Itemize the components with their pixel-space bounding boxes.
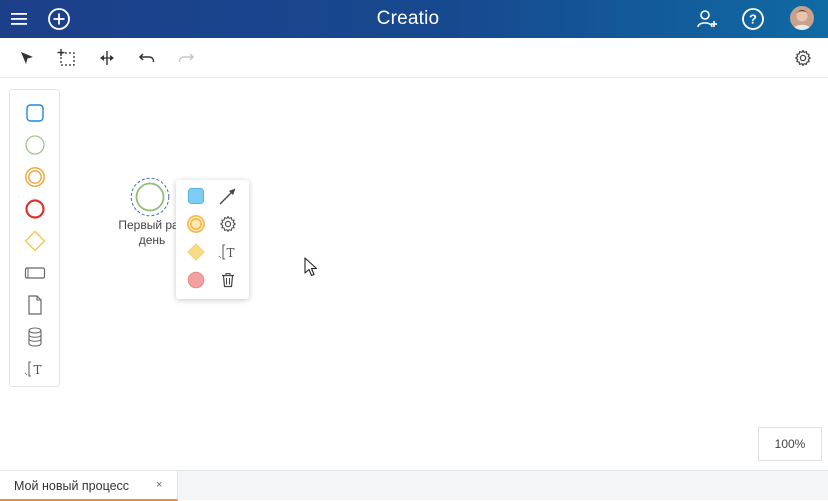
undo-icon[interactable] — [136, 47, 158, 69]
gear-icon[interactable] — [217, 213, 239, 235]
diagram-canvas[interactable] — [0, 79, 828, 469]
task-icon[interactable] — [23, 101, 47, 125]
gear-icon[interactable] — [792, 47, 814, 69]
app-header: Creatio ? — [0, 0, 828, 38]
start-event-icon[interactable] — [23, 133, 47, 157]
gateway-icon[interactable] — [23, 229, 47, 253]
redo-icon[interactable] — [175, 47, 197, 69]
element-palette: T — [9, 89, 60, 387]
subprocess-icon[interactable] — [23, 261, 47, 285]
svg-text:T: T — [33, 363, 41, 377]
intermediate-event-icon[interactable] — [23, 165, 47, 189]
tab-label: Мой новый процесс — [14, 479, 130, 493]
end-event-icon[interactable] — [23, 197, 47, 221]
tab-process[interactable]: Мой новый процесс × — [0, 471, 178, 501]
creatio-logo: Creatio — [376, 8, 440, 29]
end-event-icon[interactable] — [185, 269, 207, 291]
element-context-pad: T — [176, 180, 249, 299]
trash-icon[interactable] — [217, 269, 239, 291]
add-user-icon[interactable] — [692, 4, 722, 34]
lasso-select-icon[interactable] — [56, 47, 78, 69]
mouse-cursor-icon — [304, 257, 318, 277]
close-icon[interactable]: × — [156, 479, 162, 491]
help-circle-icon[interactable]: ? — [738, 4, 768, 34]
arrow-connect-icon[interactable] — [217, 185, 239, 207]
hamburger-menu-icon[interactable] — [4, 4, 34, 34]
annotation-icon[interactable]: T — [23, 357, 47, 381]
plus-circle-icon[interactable] — [44, 4, 74, 34]
append-task-icon[interactable] — [185, 185, 207, 207]
user-avatar[interactable] — [790, 6, 814, 30]
annotation-icon[interactable]: T — [217, 241, 239, 263]
svg-text:T: T — [226, 246, 234, 260]
zoom-level-button[interactable]: 100% — [758, 427, 822, 461]
intermediate-event-icon[interactable] — [185, 213, 207, 235]
svg-text:?: ? — [749, 12, 757, 27]
start-event-element[interactable] — [130, 177, 170, 217]
document-icon[interactable] — [23, 293, 47, 317]
process-tab-bar: Мой новый процесс × — [0, 470, 828, 501]
gateway-icon[interactable] — [185, 241, 207, 263]
space-tool-icon[interactable] — [96, 47, 118, 69]
designer-toolbar — [0, 38, 828, 78]
database-icon[interactable] — [23, 325, 47, 349]
select-tool-icon[interactable] — [16, 47, 38, 69]
